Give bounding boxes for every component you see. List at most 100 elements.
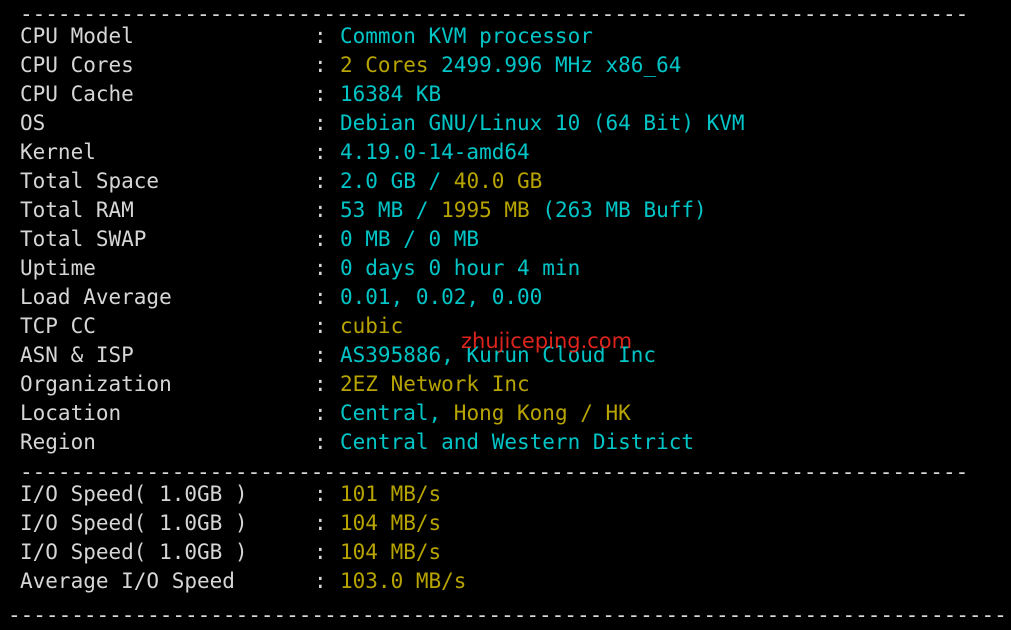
system-info-value-segment: Common KVM processor xyxy=(340,24,593,48)
io-speed-row: Average I/O Speed:103.0 MB/s xyxy=(0,567,1011,596)
field-colon: : xyxy=(314,22,327,51)
system-info-value: 2.0 GB / 40.0 GB xyxy=(340,167,542,196)
system-info-row: Region: Central and Western District xyxy=(0,428,1011,457)
field-colon: : xyxy=(314,567,327,596)
system-info-value-segment: cubic xyxy=(340,314,403,338)
field-colon: : xyxy=(314,225,327,254)
system-info-value: Central, Hong Kong / HK xyxy=(340,399,631,428)
system-info-value-segment: 40.0 GB xyxy=(454,169,543,193)
field-colon: : xyxy=(314,80,327,109)
system-info-value-segment: 2.0 GB / xyxy=(340,169,454,193)
system-info-label: CPU Cores xyxy=(20,51,134,80)
system-info-row: CPU Model: Common KVM processor xyxy=(0,22,1011,51)
system-info-value: 0 MB / 0 MB xyxy=(340,225,479,254)
system-info-value-segment: AS395886, Kurun Cloud Inc xyxy=(340,343,656,367)
system-info-row: TCP CC: cubic xyxy=(0,312,1011,341)
system-info-label: Total RAM xyxy=(20,196,134,225)
field-colon: : xyxy=(314,509,327,538)
field-colon: : xyxy=(314,167,327,196)
system-info-row: OS:Debian GNU/Linux 10 (64 Bit) KVM xyxy=(0,109,1011,138)
system-info-value: 2 Cores 2499.996 MHz x86_64 xyxy=(340,51,681,80)
system-info-label: TCP CC xyxy=(20,312,96,341)
io-speed-label: Average I/O Speed xyxy=(20,567,235,596)
system-info-value-segment: Hong Kong / HK xyxy=(454,401,631,425)
system-info-row: Total RAM:53 MB / 1995 MB (263 MB Buff) xyxy=(0,196,1011,225)
terminal-window: ----------------------------------------… xyxy=(0,0,1011,623)
system-info-value-segment: (263 MB Buff) xyxy=(530,198,707,222)
io-speed-value-segment: 101 MB/s xyxy=(340,482,441,506)
system-info-value: AS395886, Kurun Cloud Inc xyxy=(340,341,656,370)
io-speed-section: I/O Speed( 1.0GB ):101 MB/sI/O Speed( 1.… xyxy=(0,480,1011,596)
system-info-label: Location xyxy=(20,399,121,428)
system-info-label: Organization xyxy=(20,370,172,399)
field-colon: : xyxy=(314,51,327,80)
io-speed-value: 104 MB/s xyxy=(340,509,441,538)
system-info-value: Central and Western District xyxy=(340,428,694,457)
io-speed-value-segment: 104 MB/s xyxy=(340,511,441,535)
system-info-value-segment: Debian GNU/Linux 10 (64 Bit) KVM xyxy=(340,111,745,135)
system-info-value: Debian GNU/Linux 10 (64 Bit) KVM xyxy=(340,109,745,138)
system-info-row: CPU Cache:16384 KB xyxy=(0,80,1011,109)
system-info-value-segment: Central, xyxy=(340,401,454,425)
field-colon: : xyxy=(314,370,327,399)
system-info-row: Location: Central, Hong Kong / HK xyxy=(0,399,1011,428)
system-info-value: Common KVM processor xyxy=(340,22,593,51)
system-info-value: 4.19.0-14-amd64 xyxy=(340,138,530,167)
field-colon: : xyxy=(314,480,327,509)
system-info-row: CPU Cores:2 Cores 2499.996 MHz x86_64 xyxy=(0,51,1011,80)
system-info-label: Region xyxy=(20,428,96,457)
field-colon: : xyxy=(314,538,327,567)
io-speed-label: I/O Speed( 1.0GB ) xyxy=(20,480,248,509)
system-info-label: CPU Model xyxy=(20,22,134,51)
io-speed-row: I/O Speed( 1.0GB ):104 MB/s xyxy=(0,509,1011,538)
io-speed-value-segment: 103.0 MB/s xyxy=(340,569,466,593)
field-colon: : xyxy=(314,109,327,138)
system-info-value-segment: 2 Cores xyxy=(340,53,429,77)
system-info-value-segment: 1995 MB xyxy=(441,198,530,222)
system-info-value: 16384 KB xyxy=(340,80,441,109)
system-info-row: Uptime:0 days 0 hour 4 min xyxy=(0,254,1011,283)
io-speed-row: I/O Speed( 1.0GB ):101 MB/s xyxy=(0,480,1011,509)
field-colon: : xyxy=(314,312,327,341)
field-colon: : xyxy=(314,254,327,283)
field-colon: : xyxy=(314,428,327,457)
system-info-row: Load Average:0.01, 0.02, 0.00 xyxy=(0,283,1011,312)
io-speed-value: 104 MB/s xyxy=(340,538,441,567)
field-colon: : xyxy=(314,399,327,428)
system-info-label: Uptime xyxy=(20,254,96,283)
system-info-value-segment: 16384 KB xyxy=(340,82,441,106)
io-speed-label: I/O Speed( 1.0GB ) xyxy=(20,538,248,567)
system-info-value: 0 days 0 hour 4 min xyxy=(340,254,580,283)
system-info-row: Organization:2EZ Network Inc xyxy=(0,370,1011,399)
system-info-value-segment: 2EZ Network Inc xyxy=(340,372,530,396)
system-info-label: ASN & ISP xyxy=(20,341,134,370)
field-colon: : xyxy=(314,196,327,225)
system-info-row: Total Space:2.0 GB / 40.0 GB xyxy=(0,167,1011,196)
io-speed-value: 103.0 MB/s xyxy=(340,567,466,596)
system-info-label: Total Space xyxy=(20,167,159,196)
system-info-value: cubic xyxy=(340,312,403,341)
separator-bottom: ----------------------------------------… xyxy=(8,601,1007,630)
system-info-value-segment: 0.01, 0.02, 0.00 xyxy=(340,285,542,309)
system-info-value: 0.01, 0.02, 0.00 xyxy=(340,283,542,312)
io-speed-label: I/O Speed( 1.0GB ) xyxy=(20,509,248,538)
system-info-value-segment: 0 days 0 hour 4 min xyxy=(340,256,580,280)
system-info-value: 2EZ Network Inc xyxy=(340,370,530,399)
system-info-row: Total SWAP:0 MB / 0 MB xyxy=(0,225,1011,254)
io-speed-row: I/O Speed( 1.0GB ):104 MB/s xyxy=(0,538,1011,567)
system-info-value-segment: 0 MB / 0 MB xyxy=(340,227,479,251)
field-colon: : xyxy=(314,283,327,312)
io-speed-value: 101 MB/s xyxy=(340,480,441,509)
system-info-section: CPU Model: Common KVM processor CPU Cores:… xyxy=(0,22,1011,457)
system-info-value-segment: 2499.996 MHz x86_64 xyxy=(429,53,682,77)
system-info-value-segment: Central and Western District xyxy=(340,430,694,454)
system-info-label: Load Average xyxy=(20,283,172,312)
system-info-label: CPU Cache xyxy=(20,80,134,109)
system-info-row: Kernel:4.19.0-14-amd64 xyxy=(0,138,1011,167)
field-colon: : xyxy=(314,341,327,370)
system-info-row: ASN & ISP: AS395886, Kurun Cloud Inc xyxy=(0,341,1011,370)
field-colon: : xyxy=(314,138,327,167)
system-info-value-segment: 53 MB / xyxy=(340,198,441,222)
system-info-value: 53 MB / 1995 MB (263 MB Buff) xyxy=(340,196,707,225)
io-speed-value-segment: 104 MB/s xyxy=(340,540,441,564)
